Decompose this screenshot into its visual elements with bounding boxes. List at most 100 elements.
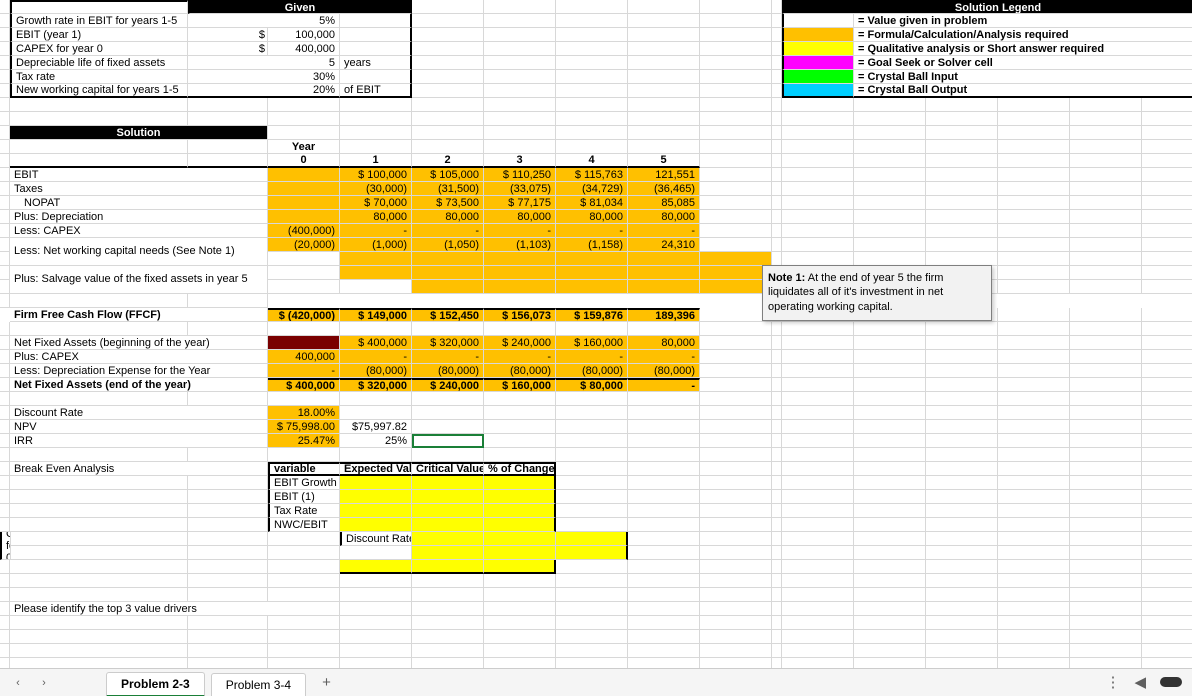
cell[interactable] xyxy=(484,70,556,84)
cell[interactable] xyxy=(854,364,926,378)
cell[interactable] xyxy=(0,588,10,602)
cell[interactable] xyxy=(10,532,188,546)
cell[interactable] xyxy=(10,98,188,112)
cell[interactable] xyxy=(628,42,700,56)
cell[interactable] xyxy=(484,616,556,630)
cell[interactable] xyxy=(926,490,998,504)
cell[interactable] xyxy=(1070,546,1142,560)
cell[interactable] xyxy=(340,14,412,28)
cell[interactable] xyxy=(340,644,412,658)
cell[interactable] xyxy=(1070,322,1142,336)
cell[interactable]: CAPEX for year 0 xyxy=(10,42,188,56)
cell[interactable] xyxy=(772,406,782,420)
cell[interactable] xyxy=(854,224,926,238)
cell[interactable] xyxy=(854,602,926,616)
cell[interactable] xyxy=(1142,224,1192,238)
cell[interactable]: $75,997.82 xyxy=(340,420,412,434)
cell[interactable] xyxy=(484,322,556,336)
cell[interactable]: $ 80,000 xyxy=(556,378,628,392)
cell[interactable] xyxy=(1070,448,1142,462)
cell[interactable] xyxy=(10,616,188,630)
cell[interactable] xyxy=(854,252,926,266)
cell[interactable] xyxy=(412,126,484,140)
cell[interactable] xyxy=(412,532,484,546)
cell[interactable] xyxy=(772,420,782,434)
cell[interactable] xyxy=(188,392,268,406)
cell[interactable] xyxy=(484,28,556,42)
cell[interactable] xyxy=(412,518,484,532)
cell[interactable] xyxy=(628,98,700,112)
cell[interactable] xyxy=(1142,140,1192,154)
cell[interactable] xyxy=(926,644,998,658)
cell[interactable]: $ 156,073 xyxy=(484,308,556,322)
cell[interactable] xyxy=(926,462,998,476)
cell[interactable] xyxy=(268,112,340,126)
cell[interactable] xyxy=(556,322,628,336)
cell[interactable]: Discount Rate xyxy=(340,532,412,546)
cell[interactable] xyxy=(340,546,412,560)
cell[interactable] xyxy=(700,350,772,364)
cell[interactable] xyxy=(782,84,854,98)
cell[interactable]: Solution Legend xyxy=(782,0,1192,14)
cell[interactable] xyxy=(700,182,772,196)
cell[interactable]: Given xyxy=(188,0,412,14)
cell[interactable] xyxy=(484,630,556,644)
cell[interactable] xyxy=(628,56,700,70)
cell[interactable] xyxy=(782,56,854,70)
cell[interactable] xyxy=(1070,602,1142,616)
cell[interactable]: Tax rate xyxy=(10,70,188,84)
cell[interactable]: 25.47% xyxy=(268,434,340,448)
cell[interactable] xyxy=(268,392,340,406)
cell[interactable] xyxy=(556,448,628,462)
cell[interactable] xyxy=(998,434,1070,448)
cell[interactable] xyxy=(700,406,772,420)
cell[interactable] xyxy=(772,28,782,42)
cell[interactable] xyxy=(556,630,628,644)
cell[interactable] xyxy=(926,476,998,490)
cell[interactable] xyxy=(772,210,782,224)
cell[interactable] xyxy=(412,98,484,112)
cell[interactable] xyxy=(1070,364,1142,378)
cell[interactable]: (34,729) xyxy=(556,182,628,196)
cell[interactable] xyxy=(10,644,188,658)
cell[interactable] xyxy=(556,518,628,532)
cell[interactable] xyxy=(556,280,628,294)
cell[interactable] xyxy=(854,560,926,574)
cell[interactable]: 5 xyxy=(628,154,700,168)
cell[interactable] xyxy=(854,238,926,252)
cell[interactable]: = Qualitative analysis or Short answer r… xyxy=(854,42,1192,56)
cell[interactable]: $ xyxy=(188,42,268,56)
cell[interactable] xyxy=(782,630,854,644)
cell[interactable] xyxy=(268,252,340,266)
cell[interactable] xyxy=(700,0,772,14)
cell[interactable] xyxy=(854,196,926,210)
cell[interactable] xyxy=(0,350,10,364)
cell[interactable] xyxy=(10,140,188,154)
cell[interactable] xyxy=(556,420,628,434)
cell[interactable] xyxy=(628,266,700,280)
cell[interactable] xyxy=(1070,196,1142,210)
cell[interactable] xyxy=(700,490,772,504)
cell[interactable]: $ 81,034 xyxy=(556,196,628,210)
cell[interactable] xyxy=(556,602,628,616)
cell[interactable] xyxy=(998,238,1070,252)
cell[interactable] xyxy=(628,644,700,658)
cell[interactable] xyxy=(1142,644,1192,658)
cell[interactable] xyxy=(926,448,998,462)
cell[interactable] xyxy=(772,630,782,644)
cell[interactable] xyxy=(772,490,782,504)
cell[interactable] xyxy=(1142,630,1192,644)
cell[interactable] xyxy=(926,378,998,392)
cell[interactable] xyxy=(10,560,188,574)
cell[interactable] xyxy=(0,504,10,518)
cell[interactable] xyxy=(1070,266,1142,280)
cell[interactable] xyxy=(268,630,340,644)
cell[interactable] xyxy=(0,560,10,574)
cell[interactable] xyxy=(412,588,484,602)
cell[interactable] xyxy=(556,560,628,574)
cell[interactable] xyxy=(188,588,268,602)
cell[interactable] xyxy=(782,140,854,154)
cell[interactable] xyxy=(926,168,998,182)
cell[interactable] xyxy=(188,476,268,490)
cell[interactable] xyxy=(700,616,772,630)
